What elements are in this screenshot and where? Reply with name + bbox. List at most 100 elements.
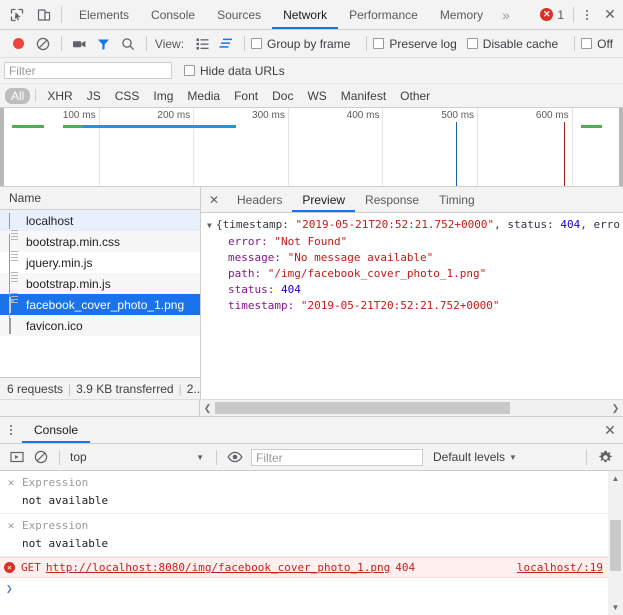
tab-timing[interactable]: Timing xyxy=(429,187,485,212)
request-row[interactable]: jquery.min.js xyxy=(0,252,200,297)
scroll-right-arrow-icon[interactable]: ❯ xyxy=(608,400,623,416)
disable-cache-checkbox[interactable]: Disable cache xyxy=(466,37,558,51)
offline-checkbox[interactable]: Off xyxy=(581,37,613,51)
device-toolbar-icon[interactable] xyxy=(33,4,55,26)
console-message-list: ✕ Expression not available ✕ Expression not a… xyxy=(0,471,623,557)
error-source-link[interactable]: localhost/:19 xyxy=(517,561,603,574)
resource-type-filters: All XHR JS CSS Img Media Font Doc WS Man… xyxy=(0,84,623,108)
type-filter-img[interactable]: Img xyxy=(147,88,179,104)
devtools-menu-kebab-icon[interactable] xyxy=(577,0,597,29)
console-message[interactable]: ✕ Expression not available xyxy=(0,514,623,557)
console-message[interactable]: ✕ Expression not available xyxy=(0,471,623,514)
close-details-button[interactable]: ✕ xyxy=(201,187,227,212)
request-row[interactable]: bootstrap.min.js xyxy=(0,273,200,318)
inspect-element-icon[interactable] xyxy=(6,4,28,26)
drawer-menu-kebab-icon[interactable] xyxy=(0,417,22,443)
execution-context-select[interactable]: top ▼ xyxy=(70,450,210,464)
overview-request-bar xyxy=(581,125,602,128)
waterfall-view-icon[interactable] xyxy=(214,33,238,55)
error-badge[interactable]: ✕ 1 xyxy=(538,0,570,29)
gear-icon[interactable] xyxy=(593,446,617,468)
overview-right-grip[interactable] xyxy=(619,108,623,186)
drawer-tab-console-label: Console xyxy=(34,423,79,437)
type-filter-css[interactable]: CSS xyxy=(109,88,146,104)
request-row[interactable]: bootstrap.min.css xyxy=(0,231,200,276)
toolbar-divider-5 xyxy=(574,36,576,51)
scrollbar-track[interactable] xyxy=(215,400,608,416)
scroll-down-arrow-icon[interactable]: ▼ xyxy=(608,600,623,615)
screenshot-camera-icon[interactable] xyxy=(68,33,92,55)
json-root-line[interactable]: ▼ {timestamp: "2019-05-21T20:52:21.752+00… xyxy=(201,217,623,234)
tab-network[interactable]: Network xyxy=(272,0,339,29)
type-filter-manifest[interactable]: Manifest xyxy=(335,88,392,104)
record-button[interactable] xyxy=(7,33,31,55)
clear-console-button[interactable] xyxy=(29,446,53,468)
execute-context-icon[interactable] xyxy=(5,446,29,468)
document-icon xyxy=(9,213,20,255)
remove-expression-icon[interactable]: ✕ xyxy=(0,474,22,492)
close-drawer-button[interactable]: ✕ xyxy=(597,417,623,443)
overview-tick-label: 500 ms xyxy=(441,110,475,121)
close-devtools-button[interactable]: ✕ xyxy=(597,0,623,29)
console-drawer: Console ✕ top ▼ Filter Default levels ▼ … xyxy=(0,417,623,615)
type-filter-xhr[interactable]: XHR xyxy=(41,88,78,104)
type-filter-font[interactable]: Font xyxy=(228,88,264,104)
tab-console[interactable]: Console xyxy=(140,0,206,29)
tab-elements[interactable]: Elements xyxy=(68,0,140,29)
overview-gridline xyxy=(193,108,195,186)
more-tabs-label: » xyxy=(502,6,510,23)
scroll-left-arrow-icon[interactable]: ❮ xyxy=(200,400,215,416)
status-extra: 2... xyxy=(186,381,200,396)
live-expression-eye-icon[interactable] xyxy=(223,446,247,468)
log-levels-select[interactable]: Default levels ▼ xyxy=(433,450,517,464)
request-list-header[interactable]: Name xyxy=(0,187,200,210)
error-url-link[interactable]: http://localhost:8080/img/facebook_cover… xyxy=(46,561,390,574)
vscrollbar-thumb[interactable] xyxy=(610,520,621,572)
type-filter-doc[interactable]: Doc xyxy=(266,88,299,104)
clear-button[interactable] xyxy=(31,33,55,55)
overview-left-grip[interactable] xyxy=(0,108,4,186)
tab-headers[interactable]: Headers xyxy=(227,187,292,212)
document-icon xyxy=(9,276,20,318)
image-icon xyxy=(9,297,20,313)
console-message-body: not available xyxy=(22,537,109,550)
console-prompt[interactable]: ❯ xyxy=(0,578,623,598)
network-filter-input[interactable]: Filter xyxy=(4,62,172,79)
remove-expression-icon[interactable]: ✕ xyxy=(0,517,22,535)
type-filter-media[interactable]: Media xyxy=(181,88,226,104)
list-view-icon[interactable] xyxy=(190,33,214,55)
type-filter-other[interactable]: Other xyxy=(394,88,436,104)
hide-data-urls-checkbox[interactable]: Hide data URLs xyxy=(184,64,285,78)
chevron-down-icon: ▼ xyxy=(196,452,204,462)
search-icon[interactable] xyxy=(116,33,140,55)
tab-response[interactable]: Response xyxy=(355,187,429,212)
more-tabs-button[interactable]: » xyxy=(494,0,518,29)
console-filter-input[interactable]: Filter xyxy=(251,448,423,466)
network-timeline-overview[interactable]: 100 ms 200 ms 300 ms 400 ms 500 ms 600 ms xyxy=(0,108,623,187)
error-count: 1 xyxy=(557,7,564,22)
request-row[interactable]: favicon.ico xyxy=(0,315,200,336)
request-row[interactable]: localhost xyxy=(0,210,200,255)
scroll-up-arrow-icon[interactable]: ▲ xyxy=(608,471,623,486)
chevron-down-icon: ▼ xyxy=(509,452,517,462)
expand-triangle-icon[interactable]: ▼ xyxy=(207,218,216,234)
console-toolbar-divider-2 xyxy=(216,449,217,465)
tab-preview[interactable]: Preview xyxy=(292,187,355,212)
console-error-row[interactable]: ✕ GET http://localhost:8080/img/facebook… xyxy=(0,557,623,578)
type-filter-all[interactable]: All xyxy=(5,87,31,104)
request-row[interactable]: facebook_cover_photo_1.png xyxy=(0,294,200,315)
type-filter-ws[interactable]: WS xyxy=(301,88,332,104)
type-filter-js[interactable]: JS xyxy=(81,88,107,104)
console-vertical-scrollbar[interactable]: ▲ ▼ xyxy=(608,471,623,615)
preserve-log-checkbox[interactable]: Preserve log xyxy=(373,37,457,51)
vscrollbar-track[interactable] xyxy=(608,486,623,600)
drawer-tab-console[interactable]: Console xyxy=(22,417,91,443)
json-entry: path: "/img/facebook_cover_photo_1.png" xyxy=(201,266,623,282)
scrollbar-thumb[interactable] xyxy=(215,402,510,414)
json-value: "No message available" xyxy=(280,251,434,264)
group-by-frame-checkbox[interactable]: Group by frame xyxy=(251,37,350,51)
tab-sources[interactable]: Sources xyxy=(206,0,272,29)
tab-memory[interactable]: Memory xyxy=(429,0,494,29)
tab-performance[interactable]: Performance xyxy=(338,0,429,29)
filter-funnel-icon[interactable] xyxy=(92,33,116,55)
